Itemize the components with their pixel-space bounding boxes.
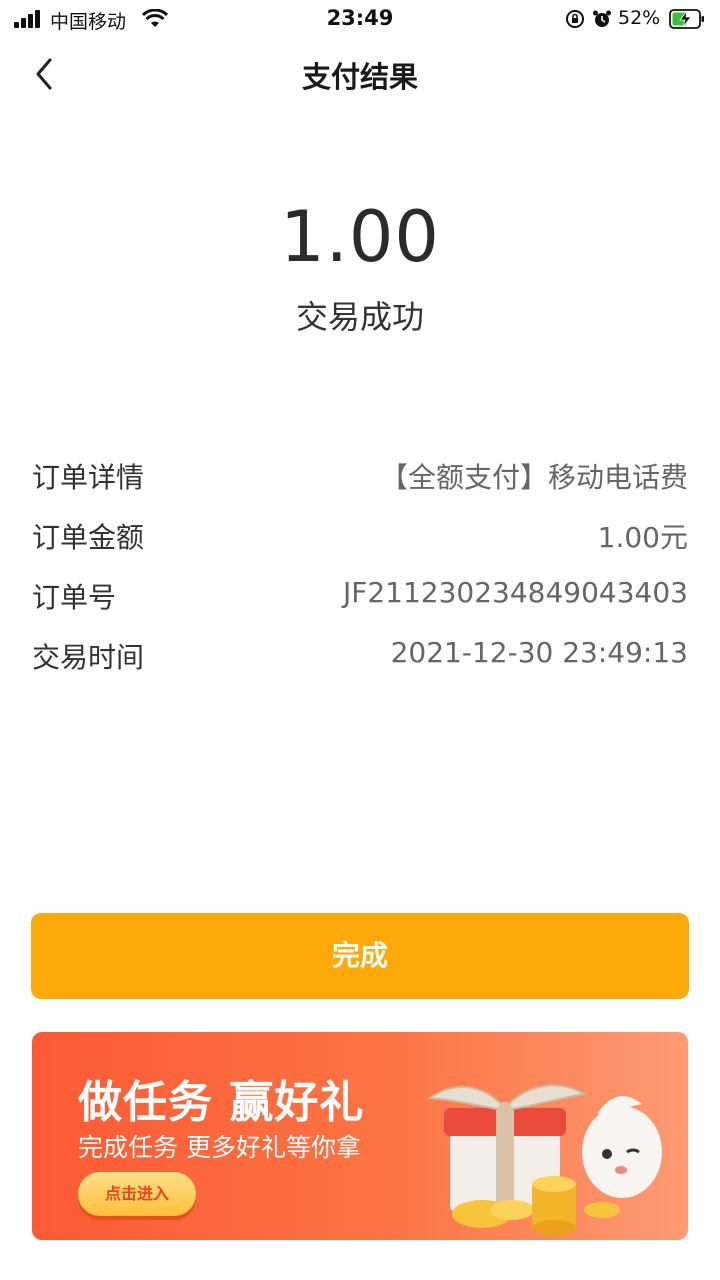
detail-label: 交易时间 (32, 641, 145, 674)
promo-banner[interactable]: 做任务 赢好礼 完成任务 更多好礼等你拿 点击进入 (32, 1032, 688, 1240)
detail-label: 订单详情 (32, 461, 145, 494)
detail-value: 【全额支付】移动电话费 (379, 461, 688, 494)
gift-illustration (427, 1084, 662, 1236)
detail-label: 订单金额 (32, 521, 145, 554)
detail-row-order-number: 订单号 JF21123023484904340​3 (32, 576, 688, 620)
payment-status: 交易成功 (295, 298, 424, 336)
detail-row-order-amount: 订单金额 1.00元 (32, 516, 688, 560)
banner-title: 做任务 赢好礼 (78, 1077, 365, 1128)
banner-subtitle: 完成任务 更多好礼等你拿 (78, 1133, 361, 1162)
done-button[interactable]: 完成 (31, 913, 689, 999)
detail-value: 2021-12-30 23:49:13 (390, 636, 688, 669)
detail-value: 1.00元 (597, 521, 688, 554)
battery-percent: 52% (618, 7, 661, 29)
detail-row-transaction-time: 交易时间 2021-12-30 23:49:13 (32, 636, 688, 680)
battery-icon (669, 9, 704, 29)
nav-bar: 支付结果 (0, 40, 720, 108)
banner-enter-button[interactable]: 点击进入 (78, 1172, 196, 1216)
detail-row-order-details: 订单详情 【全额支付】移动电话费 (32, 456, 688, 500)
mascot-icon (582, 1096, 662, 1198)
payment-amount: 1.00 (280, 196, 440, 278)
status-time: 23:49 (326, 6, 394, 30)
rotation-lock-icon (566, 10, 584, 28)
detail-label: 订单号 (32, 581, 117, 614)
status-bar: 中国移动 23:49 52% (0, 0, 720, 40)
detail-value: JF21123023484904340​3 (342, 576, 688, 609)
page-title: 支付结果 (301, 60, 418, 94)
alarm-icon (593, 10, 611, 27)
